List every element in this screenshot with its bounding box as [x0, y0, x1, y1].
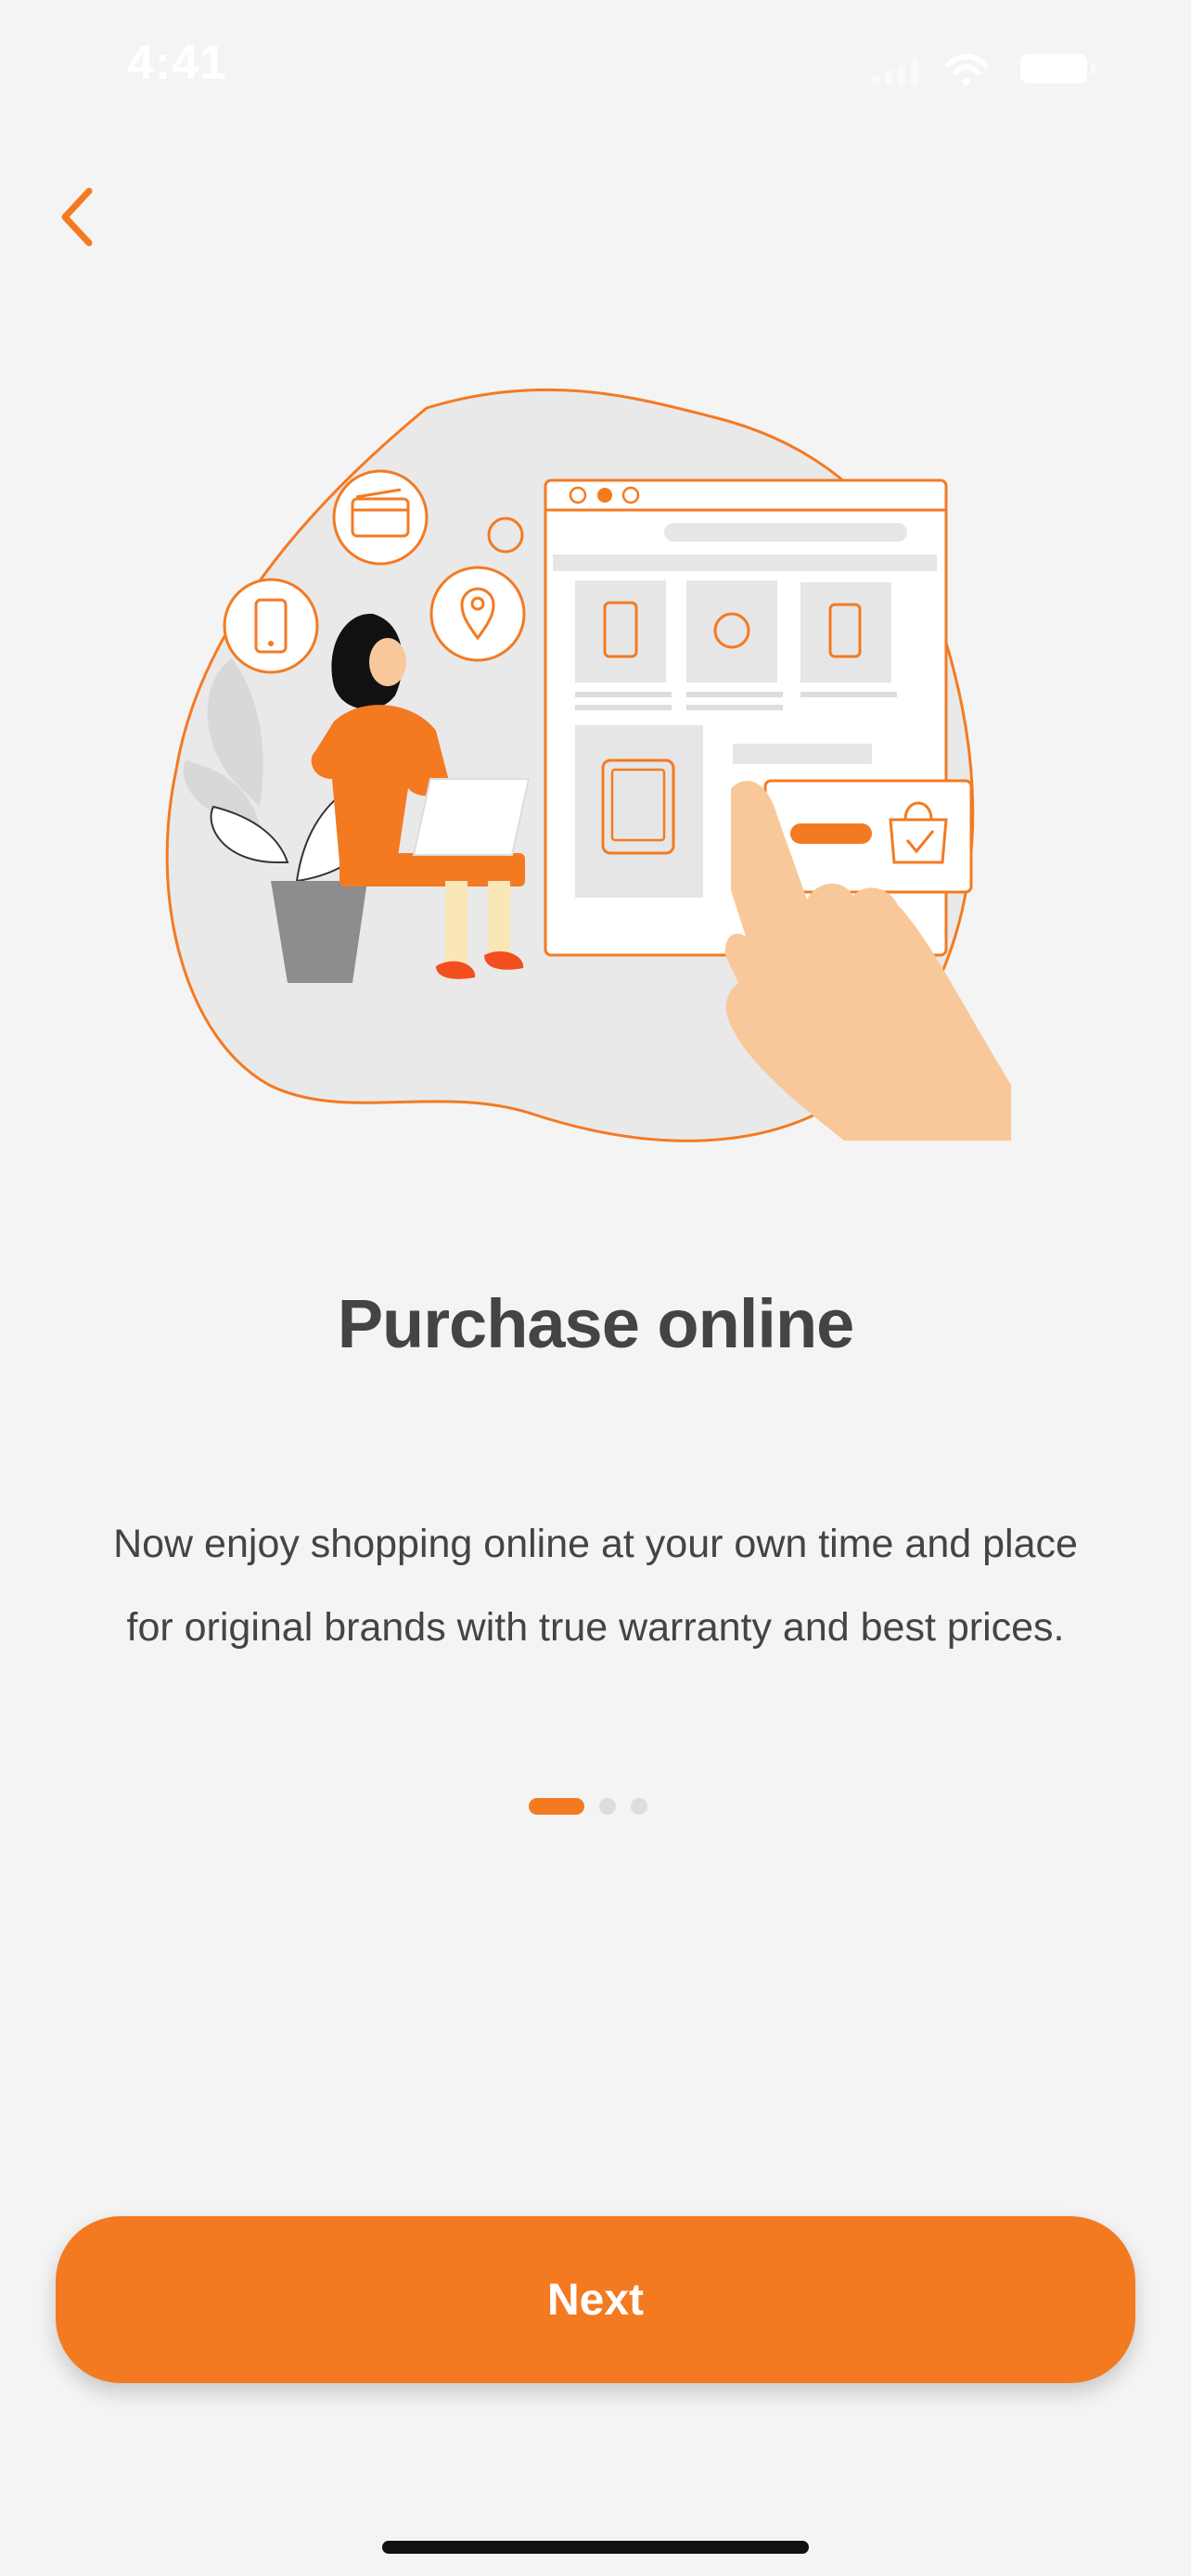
page-indicator: [529, 1797, 647, 1816]
page-dot: [599, 1798, 616, 1815]
status-icons: [872, 46, 1113, 93]
battery-icon: [1020, 54, 1095, 83]
signal-icon: [872, 59, 918, 85]
page-title: Purchase online: [337, 1285, 855, 1362]
next-button-label: Next: [546, 2275, 645, 2325]
wallet-icon: [332, 469, 429, 566]
status-time: 4:41: [127, 36, 228, 90]
hero-illustration: [158, 380, 1030, 1168]
onboarding-description: Now enjoy shopping online at your own ti…: [113, 1522, 1078, 1650]
home-indicator: [382, 2541, 809, 2554]
back-chevron-icon: [61, 187, 93, 247]
back-button[interactable]: [33, 171, 126, 263]
wifi-icon: [945, 54, 988, 85]
page-dot: [631, 1798, 647, 1815]
page-dot-active: [529, 1798, 584, 1815]
location-pin-icon: [429, 566, 526, 662]
next-button[interactable]: Next: [56, 2216, 1135, 2383]
phone-bubble-icon: [223, 578, 319, 674]
status-bar: 4:41: [0, 0, 1191, 139]
